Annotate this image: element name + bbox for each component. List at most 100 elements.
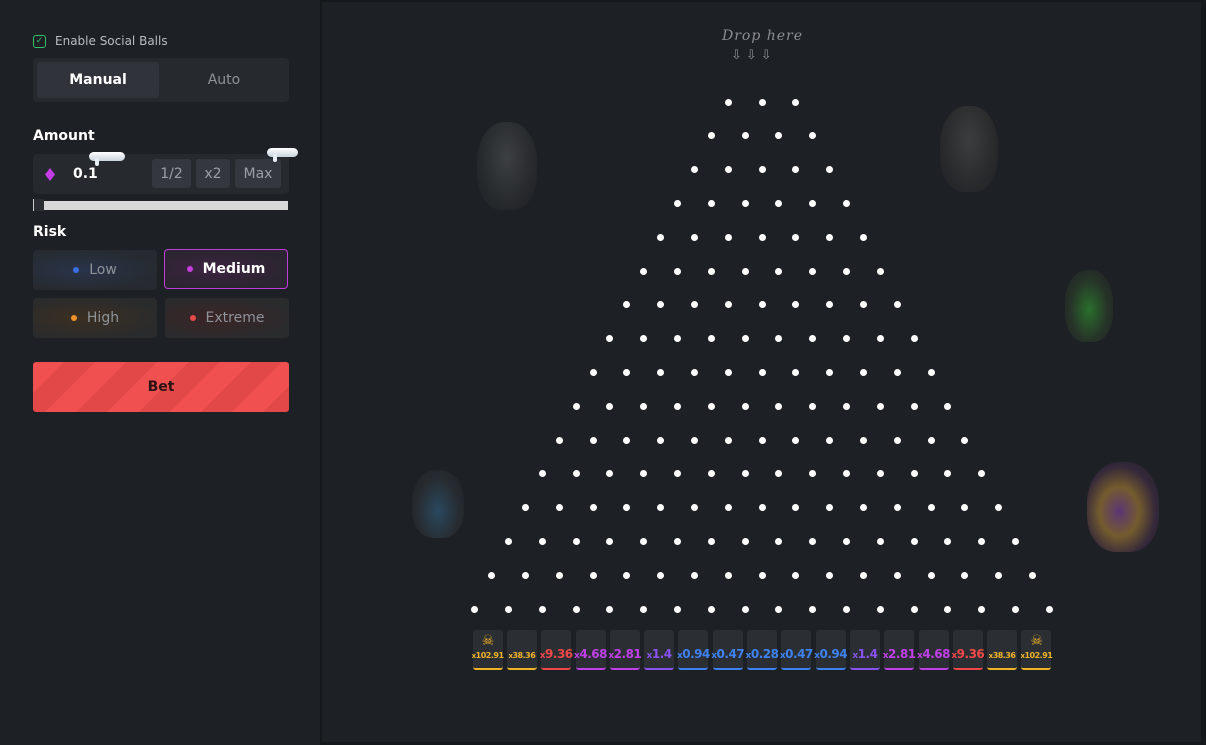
peg: [910, 605, 918, 613]
multiplier-slot: x9.36: [951, 630, 985, 670]
risk-extreme-button[interactable]: Extreme: [165, 298, 289, 338]
amount-field[interactable]: 0.1 1/2 x2 Max: [33, 148, 298, 194]
peg: [792, 436, 800, 444]
peg: [521, 571, 529, 579]
peg: [538, 537, 546, 545]
tab-manual[interactable]: Manual: [37, 62, 159, 98]
risk-low-button[interactable]: Low: [33, 250, 157, 290]
risk-medium-button[interactable]: Medium: [164, 249, 288, 289]
peg: [741, 470, 749, 478]
peg: [809, 402, 817, 410]
peg: [724, 301, 732, 309]
peg: [927, 504, 935, 512]
peg: [741, 402, 749, 410]
peg: [859, 233, 867, 241]
skull-mask-icon: [412, 470, 464, 538]
multiplier-slot: ☠ x102.91: [472, 630, 504, 670]
peg: [843, 402, 850, 410]
multiplier-slot: x38.36: [987, 630, 1018, 670]
multiplier-slot: x0.94: [677, 630, 710, 670]
peg: [674, 537, 681, 545]
peg: [859, 504, 867, 512]
risk-high-button[interactable]: High: [33, 298, 157, 338]
peg: [758, 504, 766, 512]
peg: [555, 504, 563, 512]
peg: [758, 436, 766, 444]
peg: [910, 402, 918, 410]
multiplier-label: x38.36: [989, 649, 1016, 663]
peg: [707, 605, 715, 613]
peg: [758, 368, 766, 376]
multiplier-slot: x4.68: [917, 630, 950, 670]
peg: [640, 470, 648, 478]
peg: [809, 605, 817, 613]
risk-label: Risk: [33, 224, 67, 240]
peg: [775, 267, 783, 275]
double-amount-button[interactable]: x2: [196, 159, 230, 188]
peg: [724, 571, 732, 579]
multiplier-slot: ☠ x102.91: [1020, 630, 1053, 670]
multiplier-label: x1.4: [852, 647, 878, 663]
peg: [555, 571, 563, 579]
peg: [674, 199, 681, 207]
peg: [674, 402, 681, 410]
checkbox-checked-icon[interactable]: ✓: [33, 34, 46, 48]
social-balls-toggle[interactable]: ✓ Enable Social Balls: [33, 34, 168, 48]
multiplier-slot: x2.81: [608, 630, 642, 670]
half-amount-button[interactable]: 1/2: [152, 159, 191, 188]
peg: [741, 335, 749, 343]
peg: [488, 571, 496, 579]
amount-input[interactable]: 0.1: [73, 166, 98, 182]
peg: [876, 537, 884, 545]
peg: [1012, 605, 1019, 613]
peg: [707, 335, 715, 343]
peg: [809, 132, 817, 140]
peg: [1012, 537, 1019, 545]
peg: [826, 368, 834, 376]
multiplier-label: x2.81: [608, 647, 641, 663]
peg: [640, 335, 648, 343]
peg: [657, 504, 665, 512]
peg: [826, 504, 834, 512]
peg: [505, 605, 512, 613]
peg: [792, 301, 800, 309]
peg: [910, 470, 918, 478]
peg: [606, 402, 614, 410]
peg: [606, 605, 614, 613]
multiplier-label: x4.68: [574, 647, 607, 663]
peg: [775, 470, 783, 478]
peg: [927, 571, 935, 579]
peg: [826, 166, 834, 174]
slider-track[interactable]: [44, 201, 288, 210]
slider-handle[interactable]: [33, 199, 44, 211]
peg: [606, 470, 614, 478]
peg: [640, 402, 648, 410]
peg: [538, 470, 546, 478]
multiplier-slot: x0.47: [711, 630, 745, 670]
multiplier-value: 38.36: [992, 651, 1016, 660]
multiplier-value: 4.68: [922, 647, 950, 661]
peg: [758, 166, 766, 174]
peg: [623, 571, 631, 579]
bet-button[interactable]: Bet: [33, 362, 289, 412]
peg: [640, 605, 648, 613]
peg: [555, 436, 563, 444]
peg: [707, 402, 715, 410]
peg: [893, 436, 901, 444]
peg: [809, 537, 817, 545]
peg: [657, 233, 665, 241]
max-amount-button[interactable]: Max: [235, 159, 281, 188]
peg: [758, 98, 766, 106]
amount-slider[interactable]: [33, 199, 289, 211]
peg: [674, 335, 681, 343]
peg: [826, 571, 834, 579]
multiplier-label: x0.28: [746, 647, 779, 663]
peg: [843, 537, 850, 545]
peg: [995, 571, 1003, 579]
risk-low-label: Low: [89, 262, 117, 278]
multiplier-slot: x1.4: [644, 630, 675, 670]
plinko-board: Drop here ⇩⇩⇩ ☠ x102.91 x38.36 x9.36 x4.68 x2…: [322, 2, 1201, 742]
tab-auto[interactable]: Auto: [163, 62, 285, 98]
peg: [927, 436, 935, 444]
peg: [792, 98, 800, 106]
